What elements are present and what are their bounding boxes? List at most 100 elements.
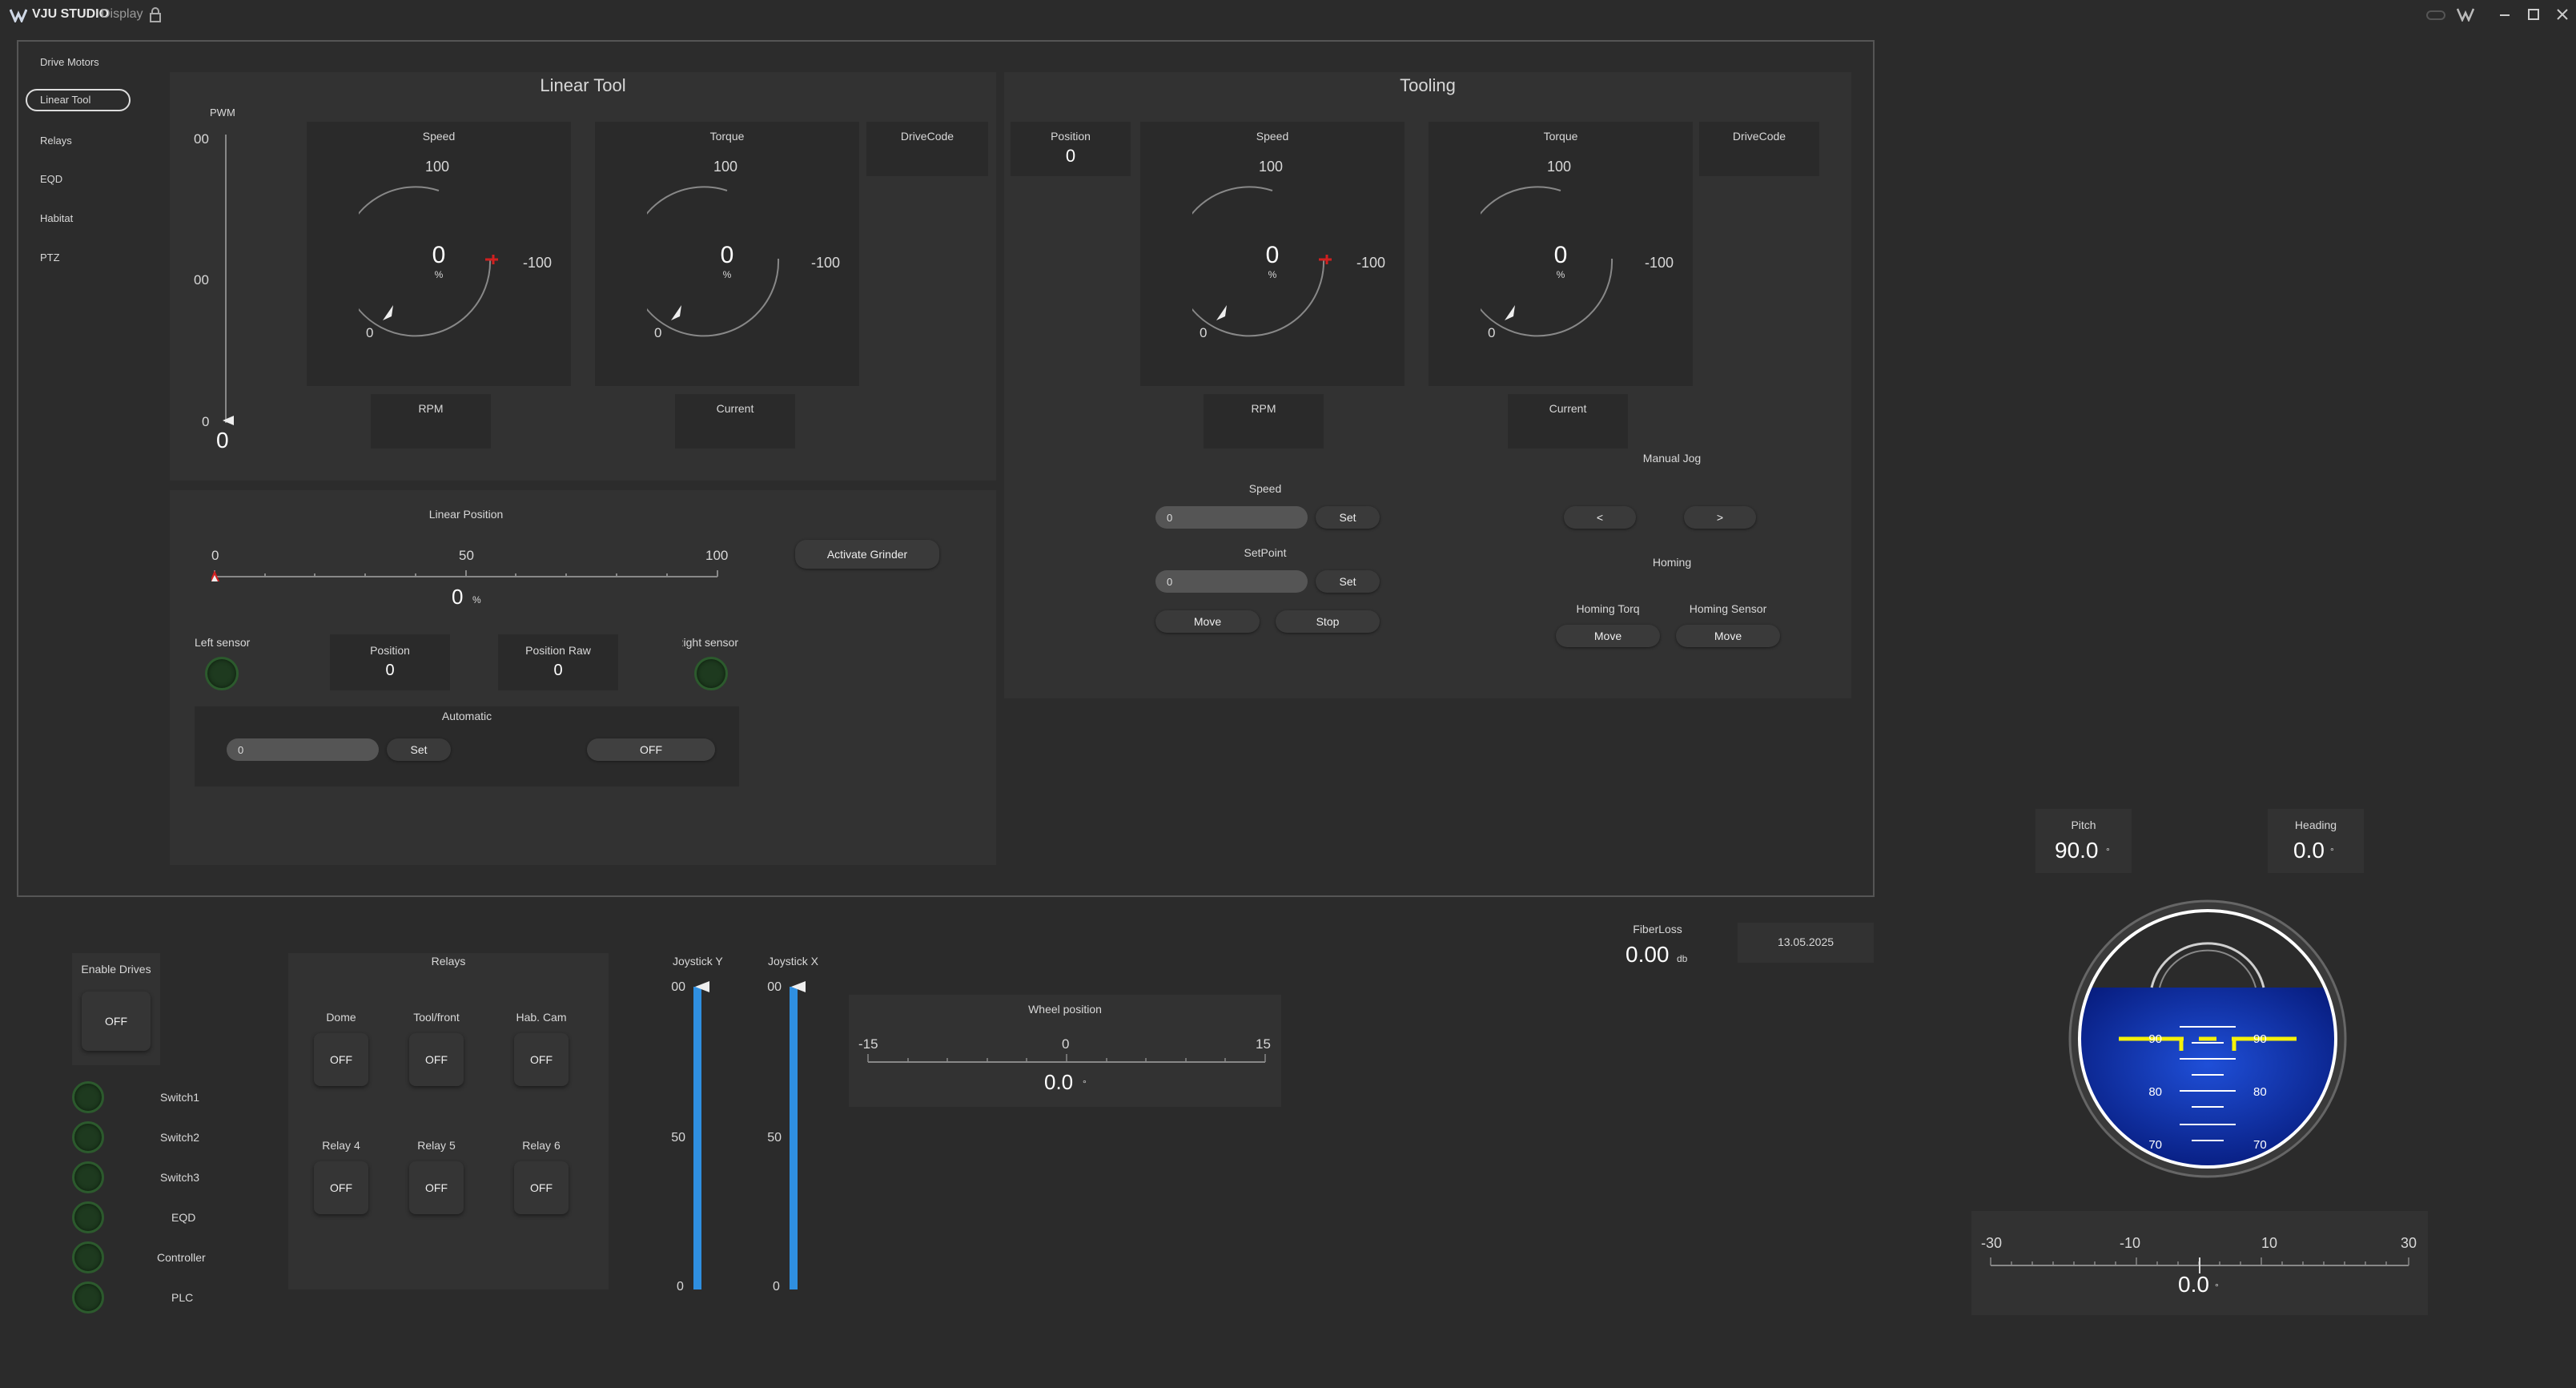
automatic-label: Automatic [441, 710, 492, 722]
relay-5-toggle[interactable]: OFF [409, 1161, 464, 1214]
tooling-torque-neg: -100 [1645, 255, 1674, 271]
tooling-drivecode-box: DriveCode [1699, 122, 1819, 176]
enable-drives-toggle[interactable]: OFF [82, 992, 151, 1051]
switch3-label: Switch3 [160, 1171, 200, 1184]
joystick-y-tick-bottom: 0 [677, 1280, 684, 1293]
activate-grinder-button[interactable]: Activate Grinder [795, 540, 939, 569]
sidebar-item-linear-tool[interactable]: Linear Tool [26, 89, 131, 111]
relay-4-toggle[interactable]: OFF [314, 1161, 368, 1214]
pwm-tick-top: 00 [194, 131, 209, 147]
tooling-speed-ctrl-label: Speed [1248, 482, 1282, 495]
tooling-move-button[interactable]: Move [1155, 610, 1260, 633]
roll-tick-10: 10 [2261, 1235, 2278, 1251]
tooling-torque-value: 0 [1553, 242, 1568, 268]
lt-rpm-box: RPM [371, 394, 491, 449]
joystick-y-label: Joystick Y [673, 955, 723, 968]
app-mode: Display [101, 7, 143, 21]
tooling-setpoint-set-button[interactable]: Set [1316, 570, 1380, 593]
sidebar-item-ptz[interactable]: PTZ [40, 251, 60, 264]
date-value: 13.05.2025 [1777, 935, 1835, 948]
lt-drivecode-label: DriveCode [900, 130, 954, 143]
lt-speed-value: 0 [432, 242, 446, 268]
joystick-x-tick-top: 00 [767, 980, 782, 994]
switch1-led [72, 1081, 104, 1113]
fiberloss-label: FiberLoss [1633, 923, 1682, 935]
maximize-icon[interactable] [2527, 8, 2540, 21]
roll-unit: ° [2215, 1281, 2219, 1293]
lt-torque-label: Torque [709, 130, 745, 143]
tooling-stop-button[interactable]: Stop [1276, 610, 1380, 633]
sidebar-item-relays[interactable]: Relays [40, 135, 72, 147]
sidebar-item-drive-motors[interactable]: Drive Motors [40, 56, 99, 68]
pwm-label: PWM [210, 107, 235, 119]
pitch-value: 90.0 [2055, 838, 2099, 863]
joystick-y-pointer-icon [695, 981, 709, 992]
switch3-led [72, 1161, 104, 1193]
joystick-y-bar [693, 987, 701, 1289]
relay-5-label: Relay 5 [417, 1139, 456, 1152]
linear-tool-title: Linear Tool [540, 75, 626, 95]
wheel-tick-0: 0 [1062, 1036, 1070, 1052]
attitude-indicator: 90 90 80 80 70 70 [2068, 899, 2347, 1178]
lt-torque-min: 0 [654, 325, 662, 340]
switch2-led [72, 1121, 104, 1153]
relay-toolfront-label: Tool/front [413, 1011, 460, 1024]
lock-icon[interactable] [149, 7, 162, 23]
pwm-tick-mid: 00 [194, 272, 209, 288]
roll-value: 0.0 [2178, 1272, 2209, 1297]
lt-position-raw-label: Position Raw [525, 644, 591, 657]
homing-sensor-move-button[interactable]: Move [1676, 625, 1780, 647]
attitude-mark-right-90: 90 [2253, 1032, 2267, 1046]
lt-torque-max: 100 [713, 159, 738, 175]
sidebar: Drive Motors Linear Tool Relays EQD Habi… [19, 42, 139, 895]
tooling-setpoint-input[interactable]: 0 [1155, 570, 1308, 593]
sidebar-item-habitat[interactable]: Habitat [40, 212, 73, 224]
manual-jog-label: Manual Jog [1642, 452, 1702, 465]
jog-left-button[interactable]: < [1564, 506, 1636, 529]
lt-current-label: Current [716, 402, 754, 415]
relay-6-toggle[interactable]: OFF [514, 1161, 569, 1214]
right-sensor-label: Right sensor [682, 636, 738, 649]
eqd-label: EQD [171, 1211, 196, 1224]
switch1-label: Switch1 [160, 1091, 200, 1104]
relays-panel [288, 953, 609, 1289]
wheel-position-value: 0.0 [1044, 1070, 1074, 1094]
tooling-speed-neg: -100 [1356, 255, 1386, 271]
automatic-set-button[interactable]: Set [387, 738, 451, 761]
heading-value: 0.0 [2293, 838, 2325, 863]
jog-right-button[interactable]: > [1684, 506, 1756, 529]
close-icon[interactable] [2556, 8, 2569, 21]
linear-position-tick-0: 0 [211, 548, 219, 563]
sidebar-item-eqd[interactable]: EQD [40, 173, 62, 185]
tooling-position-label: Position [1051, 130, 1091, 143]
pwm-pointer-icon [223, 416, 234, 425]
homing-torq-move-button[interactable]: Move [1556, 625, 1660, 647]
gamepad-icon[interactable] [2426, 10, 2445, 21]
wheel-tick-neg15: -15 [858, 1036, 878, 1052]
relay-habcam-toggle[interactable]: OFF [514, 1033, 569, 1086]
left-sensor-led [205, 657, 239, 690]
lt-position-value: 0 [385, 662, 395, 679]
automatic-input[interactable]: 0 [227, 738, 379, 761]
homing-sensor-label: Homing Sensor [1689, 602, 1767, 615]
fiberloss-value: 0.00 [1626, 942, 1670, 967]
pwm-tick-bottom: 0 [202, 414, 210, 429]
relay-dome-toggle[interactable]: OFF [314, 1033, 368, 1086]
automatic-toggle[interactable]: OFF [587, 738, 715, 761]
relay-toolfront-toggle[interactable]: OFF [409, 1033, 464, 1086]
tooling-position-box: Position 0 [1011, 122, 1131, 176]
tooling-torque-unit: % [1556, 269, 1565, 280]
joystick-x-pointer-icon [791, 981, 806, 992]
attitude-mark-left-80: 80 [2148, 1085, 2162, 1099]
tooling-speed-set-button[interactable]: Set [1316, 506, 1380, 529]
vju-small-icon[interactable] [2457, 7, 2474, 22]
title-bar: VJU STUDIO Display [0, 0, 2576, 30]
lt-torque-gauge: Torque 100 -100 0 0 % [595, 122, 859, 386]
roll-tick-neg10: -10 [2120, 1235, 2141, 1251]
tooling-drivecode-label: DriveCode [1732, 130, 1786, 143]
lt-torque-neg: -100 [811, 255, 841, 271]
minimize-icon[interactable] [2498, 8, 2511, 21]
tooling-position-value: 0 [1065, 146, 1076, 166]
lt-speed-gauge: Speed 100 -100 0 0 % [307, 122, 571, 386]
tooling-speed-input[interactable]: 0 [1155, 506, 1308, 529]
